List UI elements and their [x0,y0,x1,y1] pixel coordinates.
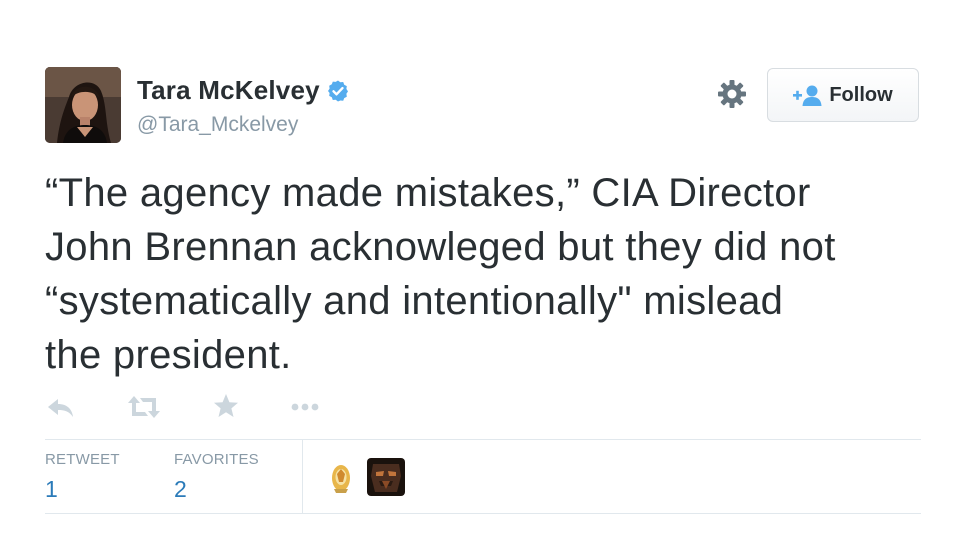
retweet-icon[interactable] [127,392,161,422]
reply-icon[interactable] [45,392,75,422]
author-avatar[interactable] [45,67,121,143]
stats-separator [302,440,303,513]
retweet-count[interactable]: RETWEET 1 [45,451,120,503]
favoriter-avatar[interactable] [367,458,405,496]
more-icon[interactable] [289,392,323,422]
add-person-icon [793,85,822,106]
tweet-text: “The agency made mistakes,” CIA Director… [45,166,925,382]
retweet-count-value: 1 [45,476,58,502]
favorite-count[interactable]: FAVORITES 2 [174,451,259,503]
author-screen-name[interactable]: @Tara_Mckelvey [137,113,298,137]
favorite-count-value: 2 [174,476,187,502]
tweet-line: “systematically and intentionally" misle… [45,279,784,323]
favoriter-avatar-1 [322,458,360,496]
retweet-count-label: RETWEET [45,451,120,468]
author-name-row[interactable]: Tara McKelvey [137,75,350,106]
tweet-line: John Brennan acknowleged but they did no… [45,225,836,269]
follow-button[interactable]: Follow [767,68,919,122]
author-display-name[interactable]: Tara McKelvey [137,75,320,106]
favoriter-avatar[interactable] [322,458,360,496]
stats-divider-bottom [45,513,921,514]
favorite-count-label: FAVORITES [174,451,259,468]
follow-button-label: Follow [829,83,893,106]
stats-divider-top [45,439,921,440]
gear-icon[interactable] [717,79,747,109]
favoriter-avatar-2 [367,458,405,496]
tweet-line: the president. [45,333,292,377]
tweet-line: “The agency made mistakes,” CIA Director [45,171,811,215]
verified-badge-icon [327,80,348,101]
user-avatar-photo [45,67,121,143]
star-icon[interactable] [212,392,240,420]
